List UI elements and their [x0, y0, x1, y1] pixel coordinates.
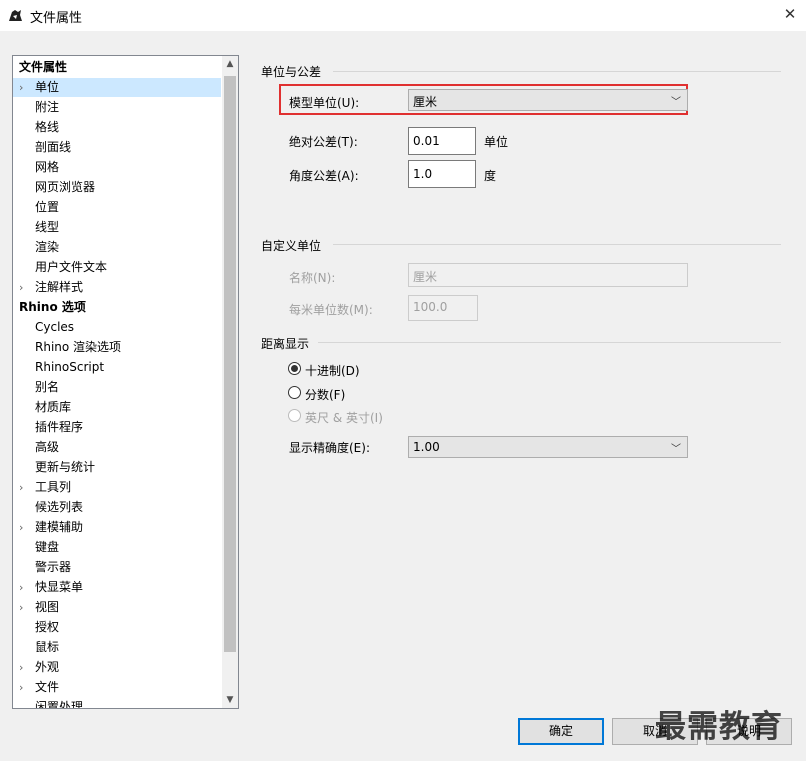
abs-tol-label: 绝对公差(T):	[289, 135, 358, 149]
tree-item-label: RhinoScript	[35, 360, 105, 374]
radio-decimal[interactable]	[288, 362, 301, 375]
title-bar: 文件属性 ✕	[0, 0, 806, 31]
precision-label: 显示精确度(E):	[289, 441, 370, 455]
chevron-right-icon[interactable]: ›	[19, 278, 23, 297]
tree-item-label: 剖面线	[35, 140, 72, 154]
tree-item-label: 格线	[35, 120, 60, 134]
tree-item-label: 单位	[35, 80, 60, 94]
settings-tree[interactable]: 闲置处理 › 文件 › 外观 鼠标 授权 › 视图 › 快显菜单 警示器 键盘 › 建模辅助 候选列表 › 工具列…	[12, 55, 239, 709]
tree-item-label: 文件	[35, 680, 60, 694]
scroll-up-icon[interactable]: ▲	[222, 56, 238, 72]
tree-item-label: 鼠标	[35, 640, 60, 654]
tree-item-label: 视图	[35, 600, 60, 614]
units-section-title: 单位与公差	[261, 65, 322, 79]
tree-item-label: 候选列表	[35, 500, 84, 514]
tree-item-label: 位置	[35, 200, 60, 214]
tree-item-label: 附注	[35, 100, 60, 114]
model-units-select[interactable]: 厘米 ﹀	[408, 89, 688, 111]
tree-item-label: 材质库	[35, 400, 72, 414]
angle-tol-label: 角度公差(A):	[289, 169, 359, 183]
tree-item-label: 建模辅助	[35, 520, 84, 534]
tree-item-label: 插件程序	[35, 420, 84, 434]
chevron-right-icon[interactable]: ›	[19, 518, 23, 537]
tree-item-label: Rhino 渲染选项	[35, 340, 122, 354]
window-title: 文件属性	[30, 11, 83, 26]
rhino-app-icon	[8, 8, 23, 23]
per-meter-label: 每米单位数(M):	[289, 303, 373, 317]
tree-item-label: 渲染	[35, 240, 60, 254]
tree-item-label: 注解样式	[35, 280, 84, 294]
chevron-right-icon[interactable]: ›	[19, 678, 23, 697]
tree-item-label: Rhino 选项	[19, 300, 86, 314]
tree-item-label: 快显菜单	[35, 580, 84, 594]
ok-button[interactable]: 确定	[518, 718, 604, 745]
abs-tol-unit: 单位	[484, 135, 509, 149]
angle-tol-input[interactable]: 1.0	[408, 160, 476, 188]
tree-item-label: Cycles	[35, 320, 75, 334]
chevron-right-icon[interactable]: ›	[19, 478, 23, 497]
radio-fraction-label[interactable]: 分数(F)	[305, 386, 345, 403]
tree-item-label: 键盘	[35, 540, 60, 554]
radio-fraction[interactable]	[288, 386, 301, 399]
tree-item-label: 高级	[35, 440, 60, 454]
chevron-down-icon: ﹀	[671, 444, 681, 455]
custom-name-label: 名称(N):	[289, 271, 336, 285]
tree-item-label: 网页浏览器	[35, 180, 96, 194]
scroll-thumb[interactable]	[224, 76, 236, 652]
tree-item-label: 线型	[35, 220, 60, 234]
model-units-label: 模型单位(U):	[289, 96, 360, 110]
tree-item-label: 更新与统计	[35, 460, 96, 474]
precision-select[interactable]: 1.00 ﹀	[408, 436, 688, 458]
tree-scrollbar[interactable]: ▲ ▼	[222, 56, 238, 708]
tree-item[interactable]: › 单位	[13, 78, 221, 97]
tree-item-label: 文件属性	[19, 60, 68, 74]
section-divider	[333, 244, 781, 245]
tree-item-label: 别名	[35, 380, 60, 394]
tree-item-label: 网格	[35, 160, 60, 174]
tree-item-label: 用户文件文本	[35, 260, 108, 274]
tree-item-label: 授权	[35, 620, 60, 634]
radio-decimal-label[interactable]: 十进制(D)	[305, 362, 360, 379]
section-divider	[318, 342, 781, 343]
chevron-right-icon[interactable]: ›	[19, 78, 23, 97]
close-icon[interactable]: ✕	[780, 3, 800, 25]
tree-item-label: 外观	[35, 660, 60, 674]
chevron-right-icon[interactable]: ›	[19, 598, 23, 617]
scroll-down-icon[interactable]: ▼	[222, 692, 238, 708]
radio-feet-inches	[288, 409, 301, 422]
radio-feet-inches-label: 英尺 & 英寸(I)	[305, 411, 383, 425]
custom-name-input: 厘米	[408, 263, 688, 287]
chevron-right-icon[interactable]: ›	[19, 578, 23, 597]
distance-section-title: 距离显示	[261, 337, 310, 351]
chevron-down-icon: ﹀	[671, 97, 681, 108]
chevron-right-icon[interactable]: ›	[19, 658, 23, 677]
abs-tol-input[interactable]: 0.01	[408, 127, 476, 155]
angle-tol-unit: 度	[484, 169, 497, 183]
custom-units-section-title: 自定义单位	[261, 239, 322, 253]
per-meter-input: 100.0	[408, 295, 478, 321]
watermark-logo: 最需教育	[655, 709, 783, 745]
tree-item-label: 闲置处理	[35, 700, 84, 709]
tree-item-label: 警示器	[35, 560, 72, 574]
tree-item-label: 工具列	[35, 480, 72, 494]
section-divider	[333, 71, 781, 72]
